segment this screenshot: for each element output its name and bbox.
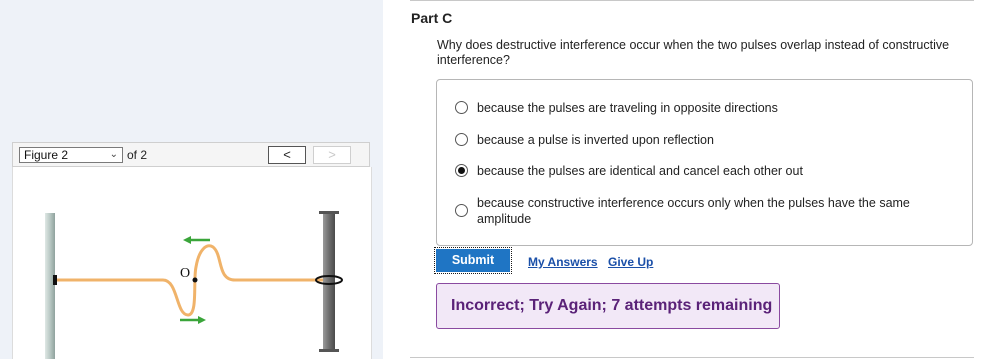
answer-option-label: because the pulses are identical and can… [477, 164, 803, 178]
figure-toolbar: Figure 2 ⌄ of 2 < > [12, 142, 370, 167]
green-arrow-left-icon [183, 236, 210, 244]
figure-select-value: Figure 2 [24, 148, 69, 162]
answer-options: because the pulses are traveling in oppo… [436, 79, 973, 246]
top-divider [410, 0, 974, 1]
pole-cap-bottom [319, 349, 339, 352]
part-title: Part C [411, 10, 453, 26]
chevron-down-icon: ⌄ [109, 149, 118, 160]
submit-button[interactable]: Submit [434, 247, 512, 274]
give-up-link[interactable]: Give Up [608, 255, 653, 269]
next-figure-button[interactable]: > [313, 146, 351, 164]
figure-count-label: of 2 [127, 148, 148, 162]
radio-button[interactable] [455, 133, 468, 146]
bottom-divider [410, 357, 974, 358]
figure-image: O [12, 167, 372, 359]
origin-dot [192, 277, 198, 283]
pole-cap-top [319, 211, 339, 214]
figure-select[interactable]: Figure 2 ⌄ [19, 147, 123, 163]
origin-label: O [180, 266, 190, 281]
radio-button[interactable] [455, 101, 468, 114]
answer-option-label: because the pulses are traveling in oppo… [477, 101, 778, 115]
answer-option-label: because constructive interference occurs… [477, 196, 910, 226]
question-pane: Part C Why does destructive interference… [410, 0, 991, 359]
radio-button[interactable] [455, 204, 468, 217]
pole [323, 213, 335, 351]
green-arrow-right-icon [180, 316, 206, 324]
feedback-message: Incorrect; Try Again; 7 attempts remaini… [436, 283, 780, 329]
previous-figure-button[interactable]: < [268, 146, 306, 164]
question-text: Why does destructive interference occur … [437, 38, 950, 67]
fixed-wall [45, 213, 55, 359]
answer-option-label: because a pulse is inverted upon reflect… [477, 133, 714, 147]
string-wave [55, 244, 326, 317]
radio-button-selected[interactable] [455, 164, 468, 177]
my-answers-link[interactable]: My Answers [528, 255, 598, 269]
pulse-figure-svg: O [45, 211, 343, 359]
fixed-end-knot [53, 275, 57, 285]
figure-pane: Figure 2 ⌄ of 2 < > O [0, 0, 383, 359]
